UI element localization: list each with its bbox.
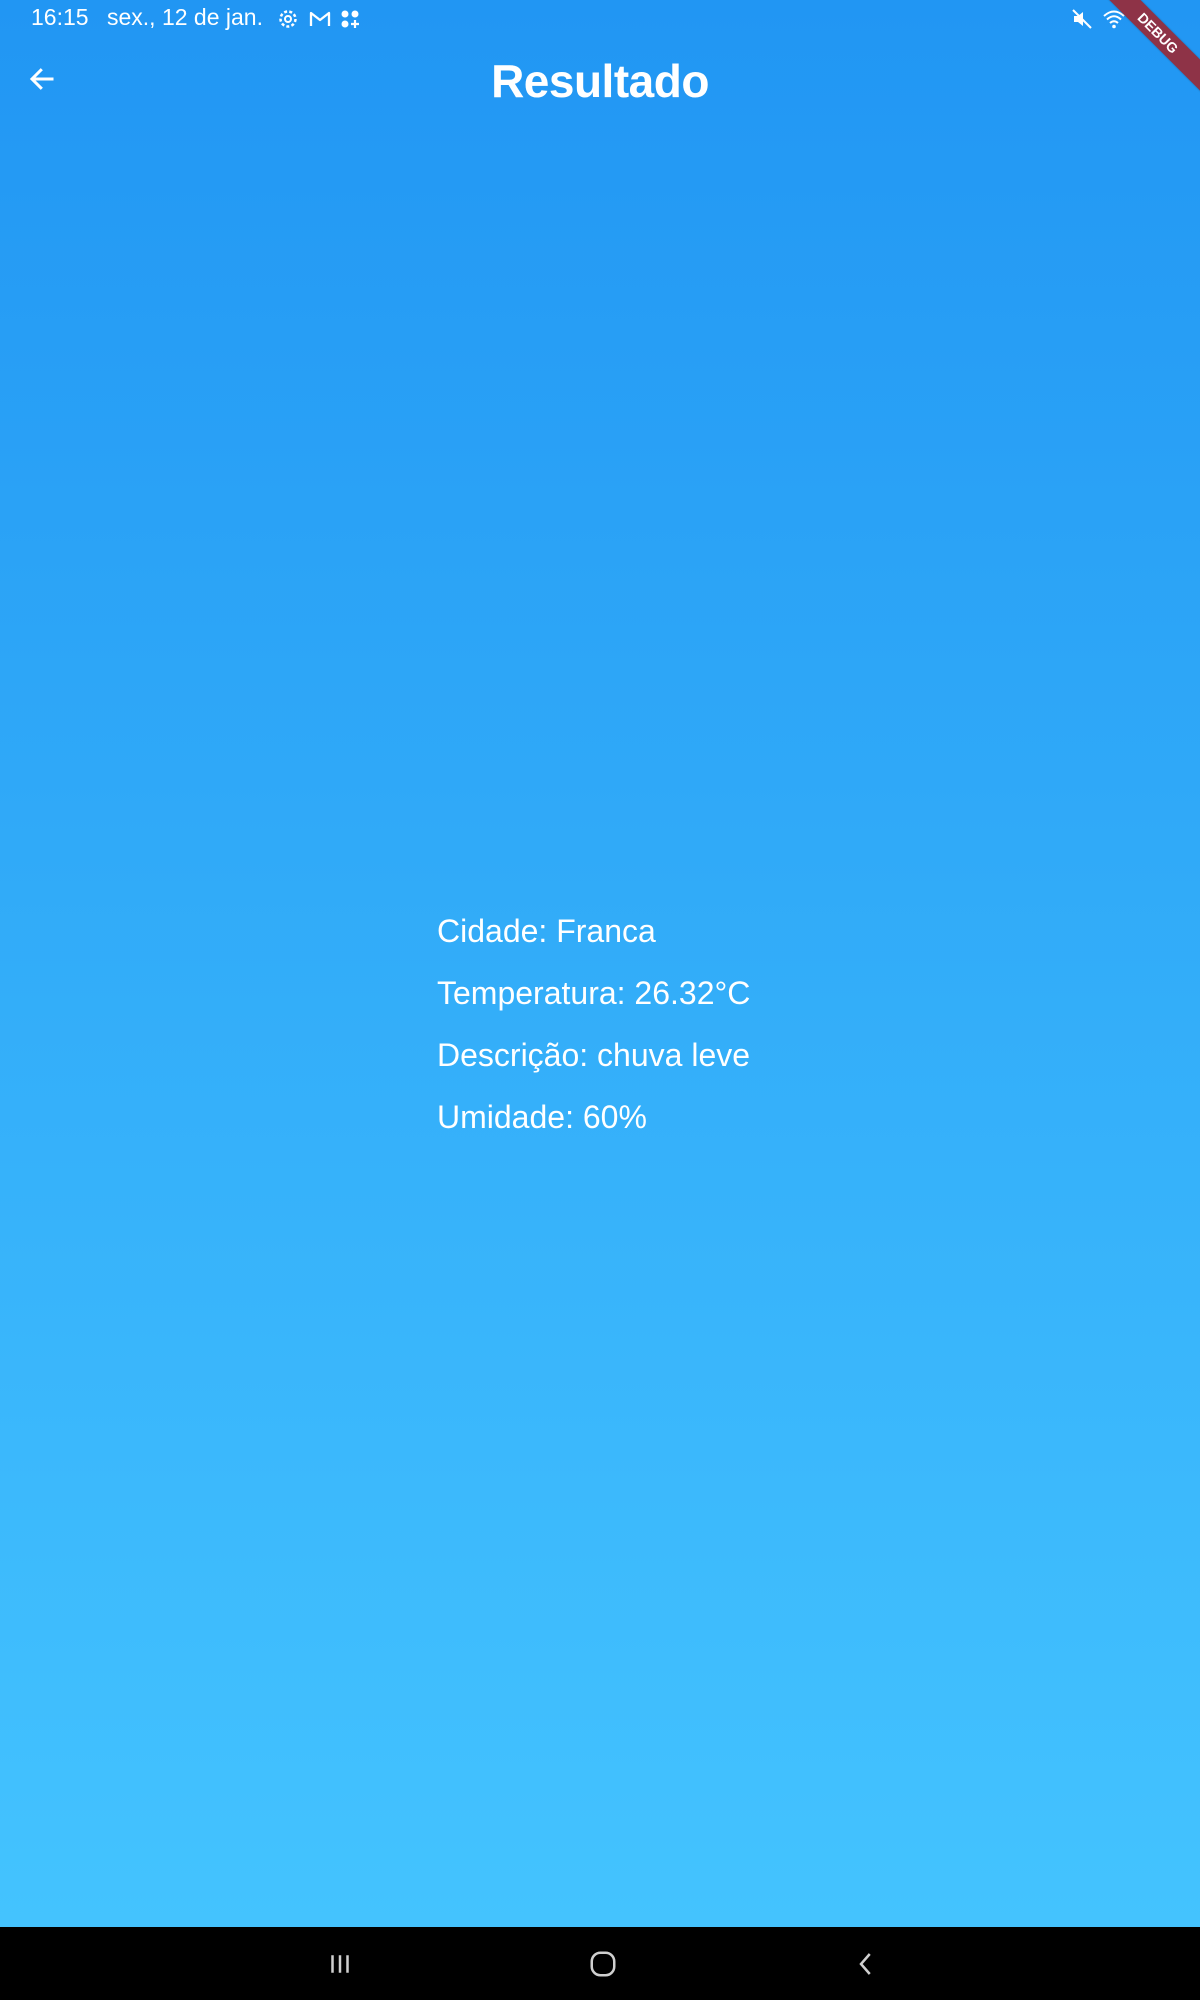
recents-icon: [331, 1954, 349, 1973]
status-icons-right: [1070, 7, 1160, 31]
app-bar: Resultado: [0, 36, 1200, 128]
temperature-text: Temperatura: 26.32°C: [437, 975, 751, 1011]
page-title: Resultado: [491, 55, 709, 107]
app-grid-icon: [341, 10, 359, 28]
recents-button[interactable]: [280, 1927, 400, 2000]
navigation-bar: [0, 1927, 1200, 2000]
status-bar: 16:15 sex., 12 de jan.: [0, 0, 1200, 36]
battery-icon: [1138, 9, 1150, 29]
status-time: 16:15: [31, 4, 89, 30]
settings-icon: [279, 10, 297, 28]
nav-back-button[interactable]: [806, 1927, 926, 2000]
status-date: sex., 12 de jan.: [107, 4, 263, 30]
mute-icon: [1072, 9, 1092, 29]
back-icon: [859, 1952, 871, 1975]
home-icon: [590, 1951, 616, 1976]
description-text: Descrição: chuva leve: [437, 1037, 751, 1073]
wifi-icon: [1103, 10, 1125, 29]
home-button[interactable]: [543, 1927, 663, 2000]
gmail-icon: [309, 11, 331, 26]
humidity-text: Umidade: 60%: [437, 1099, 647, 1135]
city-text: Cidade: Franca: [437, 913, 656, 949]
weather-info: Cidade: Franca Temperatura: 26.32°C Desc…: [437, 906, 750, 1154]
